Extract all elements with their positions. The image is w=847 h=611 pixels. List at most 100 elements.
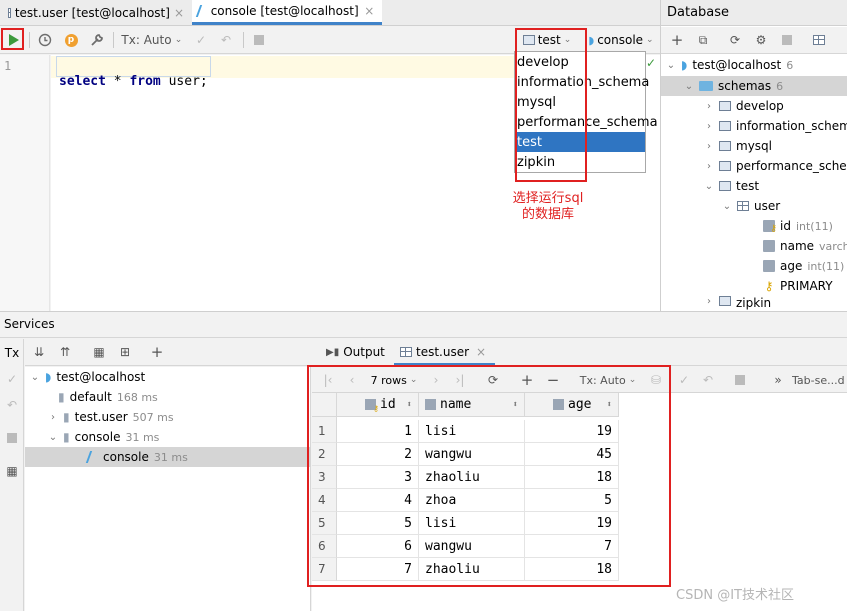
close-icon[interactable]: × — [473, 344, 489, 360]
add-icon[interactable]: + — [146, 341, 168, 363]
history-button[interactable] — [34, 29, 56, 51]
group-icon[interactable]: ▦ — [88, 341, 110, 363]
watermark: CSDN @IT技术社区 — [676, 588, 794, 603]
tx-mode-select[interactable]: Tx: Auto ⌄ — [119, 29, 185, 51]
chevron-down-icon: ⌄ — [722, 200, 732, 212]
tree-schema-item[interactable]: › develop — [704, 96, 784, 116]
folder-icon — [699, 81, 713, 91]
tree-connection[interactable]: ⌄ ◗ test@localhost 6 — [666, 55, 793, 75]
tree-column[interactable]: age int(11) — [763, 256, 844, 276]
stop-icon[interactable] — [1, 427, 23, 449]
service-session[interactable]: ▮ default 168 ms — [58, 387, 158, 407]
sql-statement[interactable]: select * from user; — [56, 56, 211, 89]
parameters-button[interactable]: p — [60, 29, 82, 51]
filter-icon[interactable]: ⊞ — [114, 341, 136, 363]
schema-highlight — [515, 28, 587, 182]
tab-result-test-user[interactable]: test.user × — [394, 340, 496, 366]
tree-schema-item[interactable]: › performance_schema — [704, 156, 847, 176]
commit-button[interactable]: ✓ — [190, 29, 212, 51]
chevron-right-icon: › — [707, 296, 711, 307]
tree-column[interactable]: ⚷ id int(11) — [763, 216, 833, 236]
tree-schema-test[interactable]: ⌄ test — [704, 176, 759, 196]
more-icon[interactable]: » — [770, 369, 786, 391]
schema-icon — [719, 181, 731, 191]
settings-icon[interactable]: ⚙ — [750, 29, 772, 51]
check-icon: ✓ — [646, 56, 657, 70]
tree-primary-key[interactable]: ⚷ PRIMARY — [763, 276, 833, 296]
table-icon — [737, 201, 749, 211]
tx-button[interactable]: Tx — [1, 342, 23, 364]
tab-output[interactable]: ▶▮ Output — [320, 340, 391, 364]
output-icon: ▶▮ — [326, 346, 340, 358]
chevron-down-icon: ⌄ — [30, 371, 40, 383]
stop-button[interactable] — [248, 29, 270, 51]
schema-icon — [719, 121, 731, 131]
editor-gutter — [0, 55, 50, 311]
key-icon: ⚷ — [764, 279, 774, 293]
service-session[interactable]: › ▮ test.user 507 ms — [48, 407, 174, 427]
result-highlight — [307, 365, 671, 587]
table-view-icon[interactable] — [808, 29, 830, 51]
session-icon: ▮ — [63, 430, 70, 444]
refresh-icon[interactable]: ⟳ — [724, 29, 746, 51]
chevron-down-icon: ⌄ — [704, 180, 714, 192]
expand-all-icon[interactable]: ⇊ — [28, 341, 50, 363]
result-tab-bar — [312, 339, 847, 366]
p-icon: p — [64, 33, 78, 47]
copy-icon[interactable]: ⧉ — [692, 29, 714, 51]
stop-square — [782, 35, 792, 45]
table-icon — [8, 7, 11, 18]
table-icon — [400, 346, 412, 357]
datasource-icon: ◗ — [681, 58, 688, 72]
chevron-right-icon: › — [707, 160, 711, 172]
close-icon[interactable]: × — [174, 5, 184, 21]
schema-icon — [719, 101, 731, 111]
tree-schemas[interactable]: ⌄ schemas 6 — [684, 76, 783, 96]
tree-schema-item[interactable]: › zipkin — [704, 296, 771, 311]
settings-button[interactable] — [86, 29, 108, 51]
wrench-icon — [91, 34, 103, 46]
tree-column[interactable]: name varchar — [763, 236, 847, 256]
chevron-right-icon: › — [707, 120, 711, 132]
tab-console[interactable]: console [test@localhost] × — [192, 0, 382, 25]
undo-icon[interactable]: ↶ — [698, 369, 718, 391]
chevron-right-icon: › — [51, 411, 55, 423]
stop-icon[interactable] — [730, 369, 750, 391]
check-icon[interactable]: ✓ — [674, 369, 694, 391]
rollback-button[interactable]: ↶ — [215, 29, 237, 51]
services-title: Services — [4, 317, 55, 331]
chevron-down-icon: ⌄ — [666, 59, 676, 71]
service-console[interactable]: console 31 ms — [85, 447, 188, 467]
collapse-all-icon[interactable]: ⇈ — [54, 341, 76, 363]
stop-square — [7, 433, 17, 443]
tree-schema-item[interactable]: › information_schema — [704, 116, 847, 136]
tab-separated-select[interactable]: Tab-se...d — [792, 369, 847, 391]
layout-icon[interactable]: ▦ — [1, 460, 23, 482]
console-icon: ◗ — [588, 33, 595, 47]
service-root[interactable]: ⌄ ◗ test@localhost — [30, 367, 145, 387]
clock-icon — [38, 33, 52, 47]
chevron-right-icon: › — [707, 140, 711, 152]
column-icon — [763, 240, 775, 252]
column-icon — [763, 260, 775, 272]
close-icon[interactable]: × — [363, 3, 376, 19]
stop-icon — [254, 35, 264, 45]
undo-icon[interactable]: ↶ — [1, 394, 23, 416]
session-icon: ▮ — [58, 390, 65, 404]
tree-table-user[interactable]: ⌄ user — [722, 196, 780, 216]
key-column-icon: ⚷ — [763, 220, 777, 234]
service-session[interactable]: ⌄ ▮ console 31 ms — [48, 427, 160, 447]
tree-schema-item[interactable]: › mysql — [704, 136, 772, 156]
annotation-text: 选择运行sql 的数据库 — [512, 191, 584, 222]
chevron-down-icon: ⌄ — [684, 80, 694, 92]
check-icon[interactable]: ✓ — [1, 368, 23, 390]
run-button-highlight — [1, 28, 24, 50]
undo-icon: ↶ — [220, 33, 232, 47]
session-icon: ▮ — [63, 410, 70, 424]
tab-test-user[interactable]: test.user [test@localhost] × — [2, 0, 190, 25]
tab-label: console [test@localhost] — [210, 4, 359, 18]
schema-icon — [719, 161, 731, 171]
session-select[interactable]: ◗ console ⌄ — [584, 29, 658, 51]
stop-icon[interactable] — [776, 29, 798, 51]
add-icon[interactable]: + — [666, 29, 688, 51]
